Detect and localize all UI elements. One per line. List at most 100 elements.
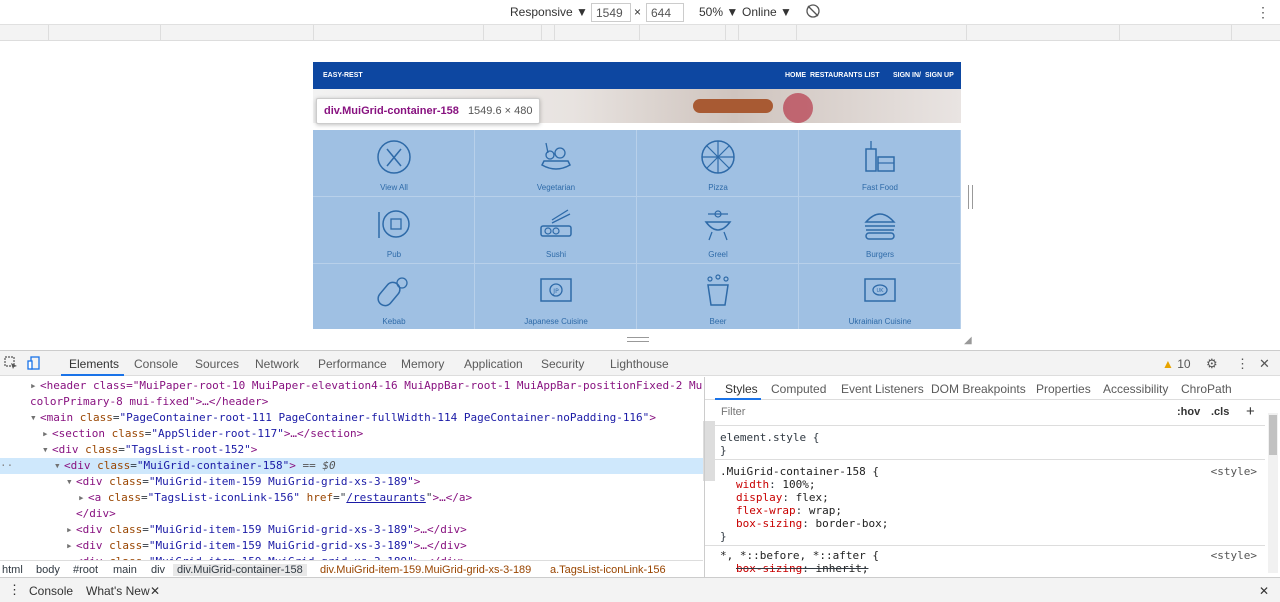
warnings-counter[interactable]: ▲ 10 <box>1162 357 1191 371</box>
devtools-drawer: ⋮ Console What's New ✕ ✕ <box>0 577 1280 602</box>
settings-icon[interactable]: ⚙ <box>1206 356 1218 372</box>
tab-event-listeners[interactable]: Event Listeners <box>841 382 924 396</box>
styles-filter-input[interactable] <box>719 403 1167 421</box>
dom-node-main[interactable]: ▾ <main class="PageContainer-root-111 Pag… <box>30 410 703 426</box>
device-mode-label: Responsive <box>510 5 573 19</box>
styles-scrollbar[interactable] <box>1268 413 1278 573</box>
breadcrumb-item[interactable]: html <box>2 564 23 576</box>
dom-node-section[interactable]: ▸ <section class="AppSlider-root-117">…</… <box>42 426 703 442</box>
close-drawer-icon[interactable]: ✕ <box>1259 584 1269 598</box>
tab-dom-breakpoints[interactable]: DOM Breakpoints <box>931 382 1026 396</box>
dom-node-tagslist[interactable]: ▾ <div class="TagsList-root-152"> <box>42 442 703 458</box>
style-source-link[interactable]: <style> <box>1211 465 1257 478</box>
tab-lighthouse[interactable]: Lighthouse <box>610 357 669 371</box>
tab-security[interactable]: Security <box>541 357 584 371</box>
nav-sign-in[interactable]: SIGN IN <box>893 72 919 79</box>
dom-node-grid-item[interactable]: ▸<div class="MuiGrid-item-159 MuiGrid-gr… <box>66 538 703 554</box>
tag-label: Fast Food <box>861 183 898 192</box>
tab-application[interactable]: Application <box>464 357 523 371</box>
new-style-rule-button[interactable]: + <box>1246 403 1255 420</box>
tag-label: Pizza <box>708 183 728 192</box>
width-input[interactable]: 1549 <box>591 3 631 22</box>
tag-pizza[interactable]: Pizza <box>637 130 799 197</box>
nav-home[interactable]: HOME <box>785 72 806 79</box>
inspect-element-icon[interactable] <box>4 356 18 373</box>
hero-food-image <box>693 99 773 113</box>
breadcrumb-item-selected[interactable]: div.MuiGrid-container-158 <box>173 564 307 576</box>
kebab-icon <box>377 277 408 307</box>
beer-icon <box>707 274 729 306</box>
tag-ukrainian-cuisine[interactable]: UK Ukrainian Cuisine <box>799 264 961 329</box>
grill-icon <box>704 210 732 241</box>
rotate-icon[interactable] <box>806 3 820 22</box>
more-options-icon[interactable]: ⋮ <box>1256 4 1270 21</box>
breadcrumb-item[interactable]: div.MuiGrid-item-159.MuiGrid-grid-xs-3-1… <box>320 564 531 576</box>
tag-japanese-cuisine[interactable]: JP Japanese Cuisine <box>475 264 637 329</box>
sushi-icon <box>540 209 572 237</box>
tag-beer[interactable]: Beer <box>637 264 799 329</box>
svg-text:JP: JP <box>552 288 559 295</box>
tab-sources[interactable]: Sources <box>195 357 239 371</box>
close-devtools-icon[interactable]: ✕ <box>1259 356 1270 372</box>
tab-console[interactable]: Console <box>134 357 178 371</box>
breadcrumb-item[interactable]: main <box>113 564 137 576</box>
drawer-tab-console[interactable]: Console <box>29 584 73 598</box>
right-resize-handle[interactable] <box>968 185 973 209</box>
dom-node-grid-item[interactable]: ▾ <div class="MuiGrid-item-159 MuiGrid-gr… <box>66 474 703 490</box>
breadcrumb-item[interactable]: a.TagsList-iconLink-156 <box>550 564 666 576</box>
tab-memory[interactable]: Memory <box>401 357 444 371</box>
japanese-cuisine-icon: JP <box>540 278 572 302</box>
tooltip-selector: div.MuiGrid-container-158 <box>324 105 459 117</box>
tab-performance[interactable]: Performance <box>318 357 387 371</box>
tab-properties[interactable]: Properties <box>1036 382 1091 396</box>
close-whats-new-icon[interactable]: ✕ <box>150 584 160 598</box>
tab-computed[interactable]: Computed <box>771 382 826 396</box>
brand-logo[interactable]: EASY-REST <box>323 72 363 79</box>
height-input[interactable]: 644 <box>646 3 684 22</box>
breadcrumb-item[interactable]: body <box>36 564 60 576</box>
customize-menu-icon[interactable]: ⋮ <box>1236 356 1249 372</box>
breadcrumb-item[interactable]: div <box>151 564 165 576</box>
drawer-tab-whats-new[interactable]: What's New <box>86 584 150 598</box>
drawer-menu-icon[interactable]: ⋮ <box>8 582 21 598</box>
tooltip-dimensions: 1549.6 × 480 <box>467 105 533 117</box>
tag-kebab[interactable]: Kebab <box>313 264 475 329</box>
tab-chropath[interactable]: ChroPath <box>1181 382 1232 396</box>
style-source-link[interactable]: <style> <box>1211 549 1257 562</box>
class-toggle[interactable]: .cls <box>1211 406 1229 418</box>
tag-vegetarian[interactable]: Vegetarian <box>475 130 637 197</box>
dom-node-grid-item[interactable]: ▸<div class="MuiGrid-item-159 MuiGrid-gr… <box>66 522 703 538</box>
device-mode-dropdown[interactable]: Responsive ▼ <box>510 5 588 19</box>
grid-container-rule[interactable]: .MuiGrid-container-158 { width: 100%; di… <box>705 465 1265 543</box>
dom-node-anchor[interactable]: ▸ <a class="TagsList-iconLink-156" href="… <box>78 490 703 506</box>
bottom-resize-handle[interactable] <box>627 337 649 342</box>
breadcrumb-item[interactable]: #root <box>73 564 98 576</box>
nav-sign-up[interactable]: SIGN UP <box>925 72 954 79</box>
tag-view-all[interactable]: View All <box>313 130 475 197</box>
device-toggle-icon[interactable] <box>27 356 41 373</box>
styles-tabbar: Styles Computed Event Listeners DOM Brea… <box>705 377 1280 400</box>
tag-sushi[interactable]: Sushi <box>475 197 637 264</box>
nav-restaurants-list[interactable]: RESTAURANTS LIST <box>810 72 879 79</box>
tab-network[interactable]: Network <box>255 357 299 371</box>
network-dropdown[interactable]: Online ▼ <box>742 5 792 19</box>
tab-elements[interactable]: Elements <box>69 357 119 371</box>
tag-fast-food[interactable]: Fast Food <box>799 130 961 197</box>
hover-state-toggle[interactable]: :hov <box>1177 406 1200 418</box>
tab-accessibility[interactable]: Accessibility <box>1103 382 1168 396</box>
dom-node-header[interactable]: ▸ <header class="MuiPaper-root-10 MuiPape… <box>30 378 703 394</box>
pub-icon <box>378 210 410 238</box>
tag-pub[interactable]: Pub <box>313 197 475 264</box>
dom-node-header-cont: colorPrimary-8 mui-fixed">…</header> <box>30 395 269 408</box>
dimension-separator: × <box>634 5 642 19</box>
dom-node-grid-container-selected[interactable]: ·· ▾ <div class="MuiGrid-container-158"> =… <box>0 458 703 474</box>
warnings-count: 10 <box>1177 357 1191 371</box>
element-style-rule[interactable]: element.style { } <box>705 431 1265 457</box>
tag-label: Japanese Cuisine <box>524 317 588 326</box>
universal-rule[interactable]: *, *::before, *::after { box-sizing: inh… <box>705 549 1265 575</box>
corner-resize-handle[interactable]: ◢ <box>964 335 972 346</box>
zoom-dropdown[interactable]: 50% ▼ <box>699 5 738 19</box>
tag-burgers[interactable]: Burgers <box>799 197 961 264</box>
tag-greel[interactable]: Greel <box>637 197 799 264</box>
tab-styles[interactable]: Styles <box>725 382 758 396</box>
